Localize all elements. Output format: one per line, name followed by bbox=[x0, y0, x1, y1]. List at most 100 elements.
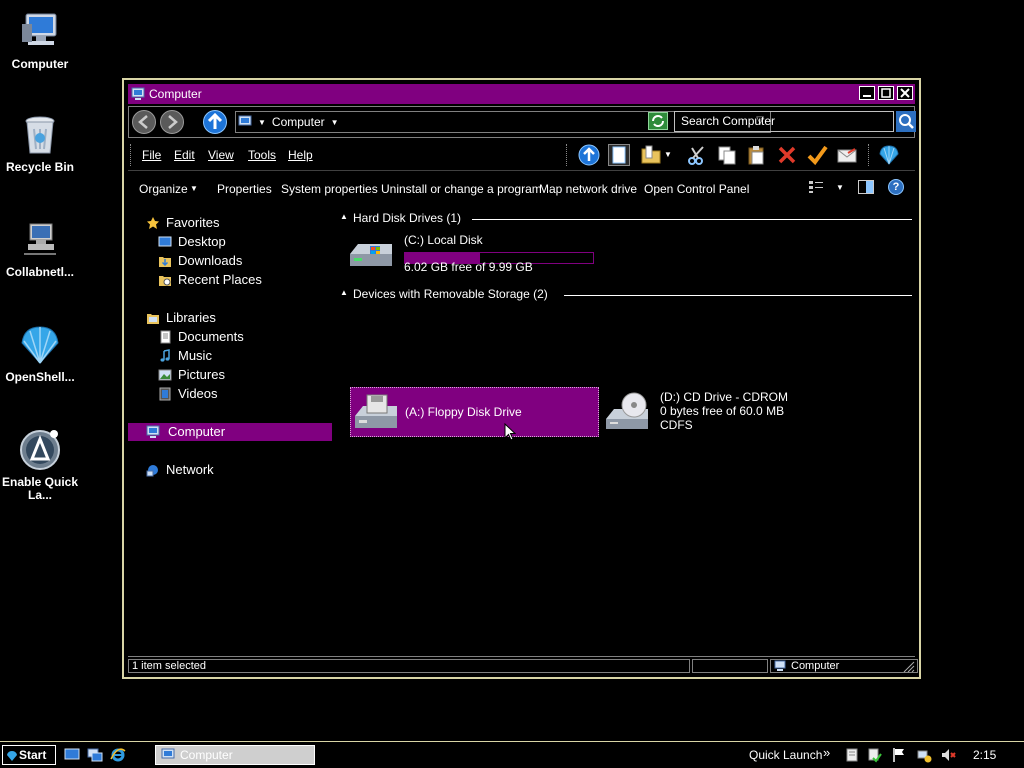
maximize-button[interactable] bbox=[878, 86, 894, 100]
drive-d-tile[interactable]: (D:) CD Drive - CDROM 0 bytes free of 60… bbox=[604, 387, 824, 437]
breadcrumb-separator-icon[interactable]: ▼ bbox=[258, 118, 266, 127]
tray-volume-muted-icon[interactable] bbox=[940, 747, 956, 763]
group-header-hard-disk[interactable]: Hard Disk Drives (1) bbox=[353, 211, 461, 227]
preview-pane-shade bbox=[866, 181, 873, 193]
tray-security-icon[interactable] bbox=[868, 747, 882, 763]
uninstall-program-button[interactable]: Uninstall or change a program bbox=[381, 182, 542, 196]
quick-launch-chevron[interactable]: » bbox=[823, 745, 830, 760]
tray-document-icon[interactable] bbox=[846, 748, 858, 762]
drive-a-tile[interactable]: (A:) Floppy Disk Drive bbox=[350, 387, 599, 437]
switch-windows-icon[interactable] bbox=[87, 748, 103, 762]
back-button[interactable] bbox=[132, 110, 156, 134]
properties-check-icon[interactable] bbox=[806, 144, 828, 166]
search-icon[interactable] bbox=[896, 111, 916, 132]
breadcrumb-location[interactable]: Computer bbox=[272, 115, 325, 129]
start-button[interactable]: Start bbox=[2, 745, 56, 765]
menu-tools[interactable]: Tools bbox=[248, 148, 276, 162]
quick-launch-label[interactable]: Quick Launch bbox=[749, 748, 822, 762]
collapse-arrow-icon[interactable]: ▲ bbox=[340, 212, 348, 221]
desktop-icon-label: Recycle Bin bbox=[5, 160, 75, 174]
group-header-removable[interactable]: Devices with Removable Storage (2) bbox=[353, 287, 548, 303]
menu-view[interactable]: View bbox=[208, 148, 234, 162]
taskbar-button-computer[interactable]: Computer bbox=[155, 745, 315, 765]
desktop-icon-openshell[interactable]: OpenShell... bbox=[0, 323, 80, 384]
title-bar[interactable]: Computer bbox=[128, 84, 915, 104]
system-properties-button[interactable]: System properties bbox=[281, 182, 378, 196]
libraries-icon bbox=[146, 311, 160, 325]
copy-icon[interactable] bbox=[716, 144, 738, 166]
change-view-icon[interactable] bbox=[808, 180, 824, 194]
shell-icon bbox=[18, 323, 62, 367]
drive-c-free-space: 6.02 GB free of 9.99 GB bbox=[404, 260, 533, 274]
up-level-icon[interactable] bbox=[203, 110, 227, 134]
minimize-button[interactable] bbox=[859, 86, 875, 100]
organize-dropdown-icon[interactable]: ▼ bbox=[190, 184, 198, 193]
menu-file[interactable]: File bbox=[142, 148, 161, 162]
preview-pane-icon[interactable] bbox=[858, 180, 874, 194]
tray-flag-icon[interactable] bbox=[892, 747, 906, 763]
email-icon[interactable] bbox=[836, 144, 858, 166]
nav-computer[interactable]: Computer bbox=[128, 423, 332, 441]
status-location-label: Computer bbox=[791, 660, 840, 672]
toolbar-grip bbox=[566, 144, 569, 166]
video-film-icon bbox=[158, 387, 172, 401]
desktop-icon-collabnet[interactable]: Collabnetl... bbox=[0, 218, 80, 279]
collapse-arrow-icon[interactable]: ▲ bbox=[340, 288, 348, 297]
internet-explorer-icon[interactable] bbox=[110, 747, 126, 763]
recycle-bin-icon bbox=[18, 113, 62, 157]
folders-pane-icon[interactable] bbox=[608, 144, 630, 166]
properties-button[interactable]: Properties bbox=[217, 182, 272, 196]
cut-icon[interactable] bbox=[686, 144, 708, 166]
group-divider bbox=[564, 295, 912, 296]
drive-d-free-space: 0 bytes free of 60.0 MB bbox=[660, 404, 785, 418]
drive-a-name: (A:) Floppy Disk Drive bbox=[405, 405, 522, 419]
toolbar-grip bbox=[868, 144, 871, 166]
start-label: Start bbox=[19, 748, 47, 762]
recent-places-icon bbox=[158, 273, 172, 287]
desktop-icon-recycle-bin[interactable]: Recycle Bin bbox=[0, 113, 80, 174]
refresh-button[interactable] bbox=[648, 112, 668, 130]
organize-button[interactable]: Organize bbox=[139, 182, 188, 196]
view-dropdown-icon[interactable]: ▼ bbox=[836, 183, 844, 192]
tray-network-icon[interactable] bbox=[916, 747, 932, 763]
folder-views-dropdown-icon[interactable]: ▼ bbox=[664, 150, 672, 159]
menu-edit[interactable]: Edit bbox=[174, 148, 195, 162]
desktop-icon-quick-launch[interactable]: Enable Quick La... bbox=[0, 428, 80, 502]
drive-c-name: (C:) Local Disk bbox=[404, 233, 483, 247]
drive-d-filesystem: CDFS bbox=[660, 418, 693, 432]
content-pane: ▲ Hard Disk Drives (1) (C:) Local Disk 6… bbox=[336, 210, 919, 660]
resize-grip-icon[interactable] bbox=[901, 659, 915, 673]
open-control-panel-button[interactable]: Open Control Panel bbox=[644, 182, 749, 196]
menu-grip bbox=[130, 144, 133, 166]
computer-icon bbox=[131, 87, 145, 101]
shell-icon[interactable] bbox=[878, 144, 900, 166]
folder-views-icon[interactable] bbox=[640, 144, 662, 166]
floppy-drive-icon bbox=[353, 394, 401, 432]
search-input[interactable]: Search Computer bbox=[674, 111, 894, 132]
command-bar: Organize ▼ Properties System properties … bbox=[128, 173, 915, 203]
close-button[interactable] bbox=[897, 86, 913, 100]
shell-icon bbox=[6, 749, 18, 761]
computer-icon bbox=[146, 425, 160, 439]
status-location: Computer bbox=[770, 659, 918, 673]
drive-c-tile[interactable]: (C:) Local Disk 6.02 GB free of 9.99 GB bbox=[348, 232, 598, 274]
window-title: Computer bbox=[149, 87, 202, 101]
drive-d-name: (D:) CD Drive - CDROM bbox=[660, 390, 788, 404]
show-desktop-icon[interactable] bbox=[64, 748, 80, 762]
network-icon bbox=[146, 463, 160, 477]
desktop-icon-computer[interactable]: Computer bbox=[0, 10, 80, 71]
delete-icon[interactable] bbox=[776, 144, 798, 166]
hard-drive-icon bbox=[348, 238, 396, 270]
paste-icon[interactable] bbox=[746, 144, 768, 166]
desktop-icon-label: Computer bbox=[11, 57, 69, 71]
breadcrumb-dropdown-icon[interactable]: ▼ bbox=[331, 118, 339, 127]
map-network-drive-button[interactable]: Map network drive bbox=[539, 182, 637, 196]
clock[interactable]: 2:15 bbox=[973, 748, 996, 762]
navigation-pane: Favorites Desktop Downloads Recent Place… bbox=[128, 210, 332, 660]
cd-drive-icon bbox=[604, 391, 652, 433]
menu-help[interactable]: Help bbox=[288, 148, 313, 162]
up-icon[interactable] bbox=[578, 144, 600, 166]
quick-launch-icon bbox=[18, 428, 62, 472]
forward-button[interactable] bbox=[160, 110, 184, 134]
help-icon[interactable]: ? bbox=[888, 179, 904, 195]
